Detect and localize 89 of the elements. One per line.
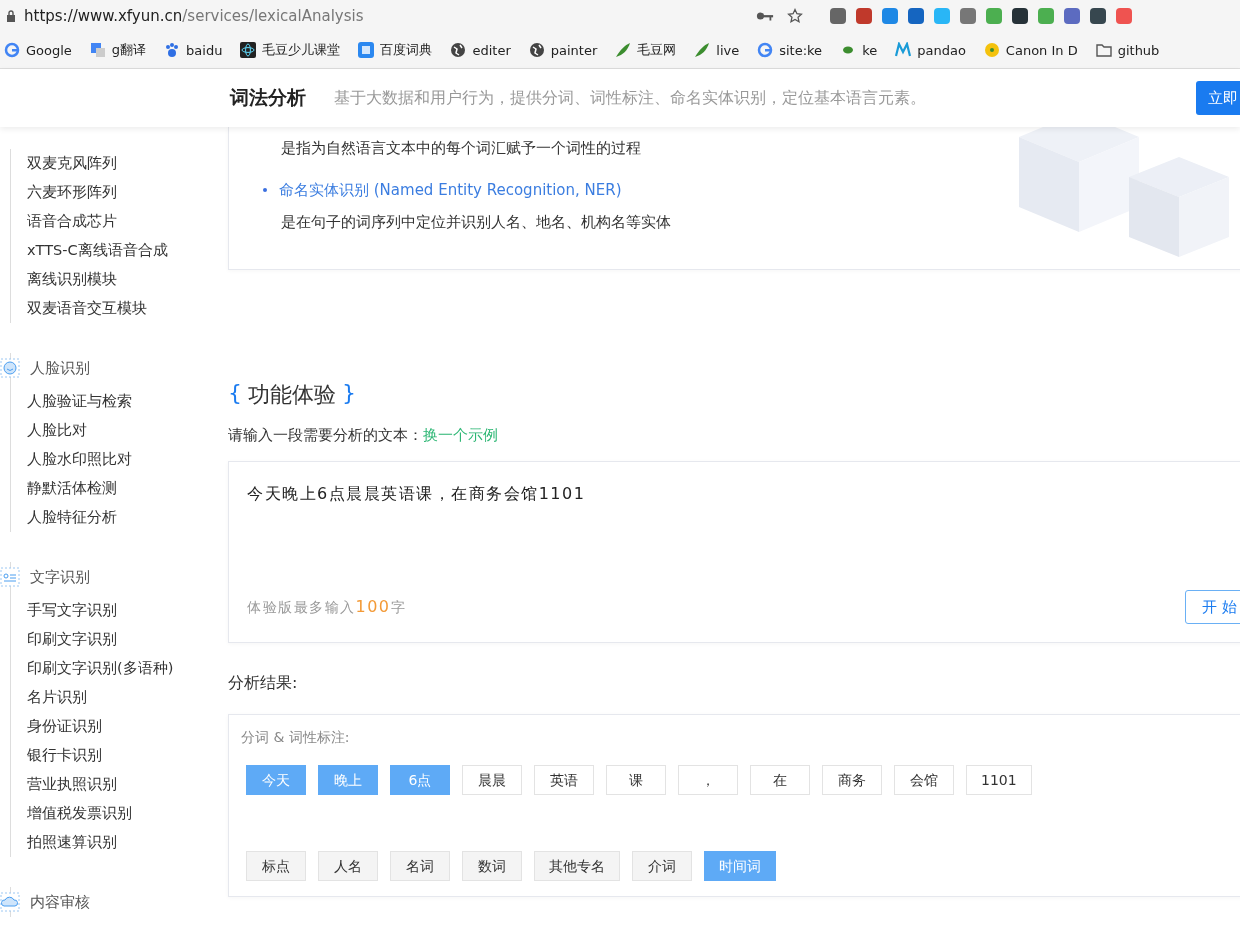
page-title: 词法分析 [230,85,306,110]
bookmark[interactable]: 百度词典 [358,41,433,59]
atom-icon [240,42,257,58]
word-token: 6点 [390,765,450,795]
sidebar-item[interactable]: 离线识别模块 [11,265,228,294]
lock-icon [6,10,16,22]
feature-link[interactable]: 命名实体识别 (Named Entity Recognition, NER) [279,180,622,200]
sidebar-item[interactable]: 印刷文字识别(多语种) [11,654,228,683]
sidebar-item[interactable]: 人脸水印照比对 [11,445,228,474]
sidebar-item[interactable]: 拍照速算识别 [11,828,228,857]
input-prompt: 请输入一段需要分析的文本： [228,426,423,444]
word-token: 晨晨 [462,765,522,795]
page-subtitle: 基于大数据和用户行为，提供分词、词性标注、命名实体识别，定位基本语言元素。 [334,87,926,109]
sidebar-item[interactable]: 双麦语音交互模块 [11,294,228,323]
word-token: 会馆 [894,765,954,795]
sidebar-item[interactable]: 名片识别 [11,683,228,712]
bookmark[interactable]: 毛豆少儿课堂 [240,41,341,59]
word-token: 今天 [246,765,306,795]
sidebar-item[interactable]: 语音合成芯片 [11,207,228,236]
translate-icon [89,42,106,58]
sidebar-item[interactable]: 双麦克风阵列 [11,149,228,178]
tag-legend-item[interactable]: 数词 [462,851,522,881]
sidebar-item[interactable]: 静默活体检测 [11,474,228,503]
bookmark[interactable]: pandao [895,42,966,58]
tag-legend-item[interactable]: 人名 [318,851,378,881]
dictionary-icon [358,42,375,58]
globe-icon [528,42,545,58]
tag-legend-item[interactable]: 标点 [246,851,306,881]
bookmark[interactable]: painter [528,42,598,58]
word-token: 英语 [534,765,594,795]
globe-icon [450,42,467,58]
start-button[interactable]: 开 始 [1185,590,1240,624]
section-label: 分词 & 词性标注: [241,729,351,747]
sidebar-item[interactable]: 增值税发票识别 [11,799,228,828]
bookmark[interactable]: github [1095,42,1160,58]
folder-icon [1095,42,1112,58]
bookmark[interactable]: ke [840,42,878,58]
sidebar-item[interactable]: 身份证识别 [11,712,228,741]
sidebar-group-title[interactable]: 文字识别 [30,567,90,587]
sidebar-item[interactable]: 印刷文字识别 [11,625,228,654]
section-title: 功能体验 [248,381,336,409]
bullet-icon [263,188,267,192]
word-token: 课 [606,765,666,795]
brace: } [342,380,356,407]
sidebar-group-title[interactable]: 人脸识别 [30,358,90,378]
extension-icon[interactable] [1088,6,1108,26]
tag-legend-item[interactable]: 其他专名 [534,851,620,881]
word-token: 1101 [966,765,1032,795]
tag-legend-item[interactable]: 介词 [632,851,692,881]
extension-icon[interactable] [1010,6,1030,26]
sidebar-item[interactable]: 人脸特征分析 [11,503,228,532]
sidebar-item[interactable]: 银行卡识别 [11,741,228,770]
text-input-field[interactable]: 今天晚上6点晨晨英语课，在商务会馆1101 体验版最多输入 100 字 开 始 [228,461,1240,643]
sidebar-item[interactable]: 营业执照识别 [11,770,228,799]
feature-description: 是在句子的词序列中定位并识别人名、地名、机构名等实体 [280,213,672,232]
bookmark[interactable]: editer [450,42,511,58]
word-token: 商务 [822,765,882,795]
brace: { [228,380,242,407]
bookmark[interactable]: g翻译 [89,41,147,59]
bookmark[interactable]: site:ke [757,42,823,58]
word-token: 在 [750,765,810,795]
bookmark[interactable]: Canon In D [983,42,1078,58]
extension-icon[interactable] [828,6,848,26]
start-now-button[interactable]: 立即 [1196,81,1240,115]
leaf-icon [615,42,632,58]
disc-icon [983,42,1000,58]
sidebar-item[interactable]: 六麦环形阵列 [11,178,228,207]
results-heading: 分析结果: [228,673,299,694]
sidebar-item[interactable]: 手写文字识别 [11,596,228,625]
paw-icon [164,42,181,58]
bookmark[interactable]: 毛豆网 [615,41,677,59]
sidebar-item[interactable]: 人脸比对 [11,416,228,445]
tag-legend-item[interactable]: 名词 [390,851,450,881]
g-logo-icon [4,42,20,58]
star-icon[interactable] [786,8,804,24]
leaf-icon [694,42,711,58]
word-token: 晚上 [318,765,378,795]
bookmark[interactable]: live [694,42,740,58]
feature-description: 是指为自然语言文本中的每个词汇赋予一个词性的过程 [280,139,642,158]
m-logo-icon [895,42,912,58]
input-limit-hint: 体验版最多输入 100 字 [247,597,407,617]
bookmark[interactable]: baidu [164,42,223,58]
sidebar-item[interactable]: xTTS-C离线语音合成 [11,236,228,265]
g-logo-icon [757,42,774,58]
sidebar-item[interactable]: 人脸验证与检索 [11,387,228,416]
bookmark[interactable]: Google [4,42,72,58]
word-token: ， [678,765,738,795]
extension-icon[interactable] [906,6,926,26]
sidebar-group-title[interactable]: 内容审核 [30,892,90,912]
